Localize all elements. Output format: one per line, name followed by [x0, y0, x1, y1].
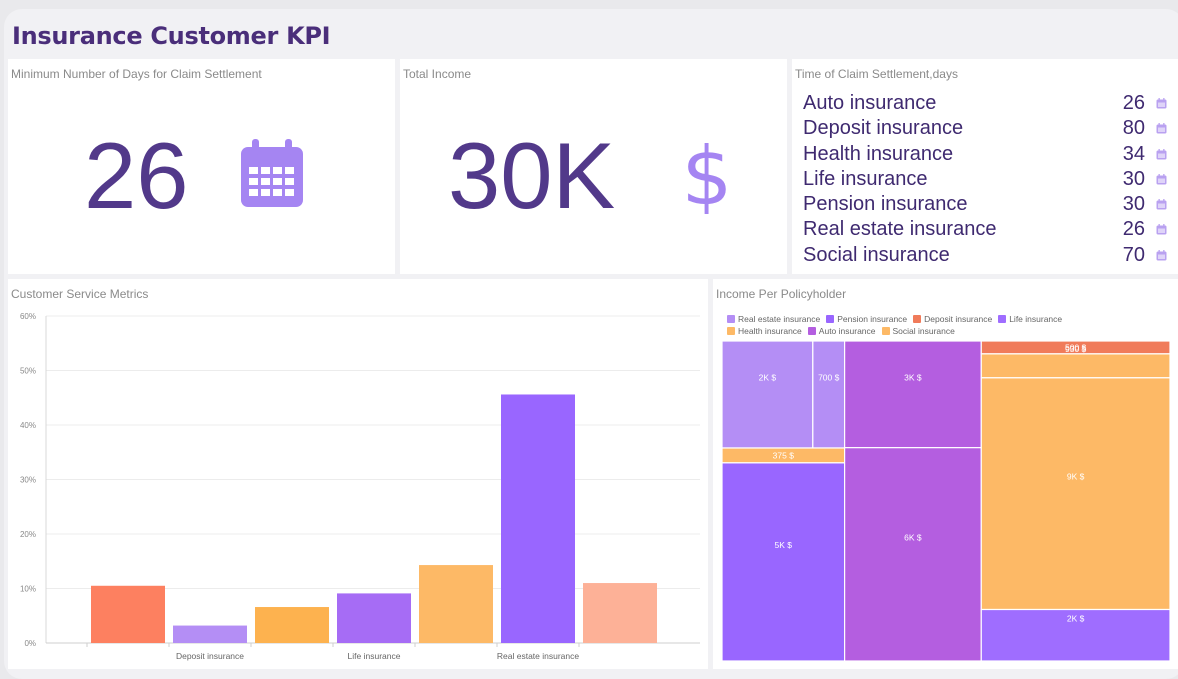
treemap-cell-label: 700 $ — [818, 372, 840, 382]
kpi-total-income-panel: Total Income 30K $ — [400, 59, 787, 274]
treemap-cell — [812, 340, 846, 449]
bar — [91, 585, 165, 643]
y-tick-label: 40% — [20, 421, 36, 430]
treemap-cell — [721, 340, 814, 449]
y-tick-label: 60% — [20, 312, 36, 321]
page-title: Insurance Customer KPI — [12, 22, 331, 50]
calendar-icon — [1156, 98, 1167, 109]
income-policyholder-panel: Income Per Policyholder Real estate insu… — [713, 279, 1178, 669]
settlement-list: Auto insurance 26 Deposit insurance 80 Healt… — [803, 92, 1169, 269]
customer-service-panel: Customer Service Metrics 0% 10% 20% 30% 40% 5… — [8, 279, 708, 669]
kpi-value: 26 — [84, 123, 189, 228]
treemap-cell-label: 375 $ — [773, 450, 795, 460]
settlement-row: Real estate insurance 26 — [803, 218, 1169, 243]
y-tick-label: 50% — [20, 367, 36, 376]
dollar-icon: $ — [682, 134, 732, 214]
bar — [583, 583, 657, 643]
settlement-value: 26 — [1122, 218, 1145, 241]
panel-title: Minimum Number of Days for Claim Settlem… — [11, 67, 262, 81]
treemap-cell-label: 5K $ — [775, 540, 793, 550]
settlement-row: Deposit insurance 80 — [803, 117, 1169, 142]
settlement-value: 34 — [1122, 142, 1145, 165]
calendar-icon — [241, 139, 303, 207]
settlement-name: Social insurance — [803, 243, 950, 266]
bar-chart: 0% 10% 20% 30% 40% 50% 60% Deposit insurance Lif… — [20, 312, 700, 661]
calendar-icon — [1156, 199, 1167, 210]
settlement-row: Auto insurance 26 — [803, 92, 1169, 117]
y-tick-label: 10% — [20, 585, 36, 594]
settlement-row: Life insurance 30 — [803, 168, 1169, 193]
settlement-value: 26 — [1122, 92, 1145, 114]
settlement-name: Auto insurance — [803, 92, 937, 114]
x-tick-label: Real estate insurance — [497, 651, 579, 661]
settlement-row: Social insurance 70 — [803, 244, 1169, 269]
x-tick-label: Deposit insurance — [176, 651, 244, 661]
settlement-name: Pension insurance — [803, 193, 968, 216]
treemap-cell-label: 2K $ — [759, 372, 777, 382]
settlement-name: Real estate insurance — [803, 218, 997, 241]
settlement-value: 70 — [1122, 243, 1145, 266]
calendar-icon — [1156, 148, 1167, 160]
svg-text:$: $ — [682, 134, 732, 214]
treemap-cell — [844, 447, 982, 662]
y-tick-label: 20% — [20, 530, 36, 539]
calendar-icon — [1156, 123, 1167, 134]
y-tick-label: 30% — [20, 476, 36, 485]
settlement-name: Deposit insurance — [803, 117, 964, 140]
calendar-icon — [1156, 173, 1167, 185]
bar — [501, 394, 575, 643]
treemap-cell — [844, 340, 982, 449]
kpi-min-days-panel: Minimum Number of Days for Claim Settlem… — [8, 59, 395, 274]
panel-title: Time of Claim Settlement,days — [795, 67, 958, 81]
treemap-cell-label: 930 $ — [1065, 344, 1087, 354]
treemap-cell-label: 3K $ — [904, 372, 922, 382]
treemap-cell-label: 6K $ — [904, 532, 922, 542]
bar — [337, 593, 411, 643]
y-tick-label: 0% — [24, 639, 36, 648]
settlement-name: Health insurance — [803, 142, 954, 165]
settlement-value: 30 — [1122, 193, 1145, 216]
calendar-icon — [1156, 224, 1167, 235]
x-tick-label: Life insurance — [348, 651, 401, 661]
kpi-value: 30K — [448, 123, 616, 228]
treemap-cell — [980, 377, 1171, 611]
settlement-value: 30 — [1122, 167, 1145, 190]
settlement-value: 80 — [1122, 117, 1145, 140]
bar — [255, 607, 329, 643]
treemap-cell-label: 9K $ — [1067, 472, 1085, 482]
settlement-row: Health insurance 34 — [803, 143, 1169, 168]
bar — [173, 625, 247, 643]
settlement-time-panel: Time of Claim Settlement,days Auto insur… — [792, 59, 1178, 274]
treemap-cell — [721, 462, 846, 662]
settlement-row: Pension insurance 30 — [803, 193, 1169, 218]
treemap-cell-label: 2K $ — [1067, 613, 1085, 623]
bar — [419, 565, 493, 643]
calendar-icon — [1156, 249, 1167, 261]
settlement-name: Life insurance — [803, 167, 928, 190]
treemap-cell — [980, 353, 1171, 379]
panel-title: Total Income — [403, 67, 472, 81]
treemap-chart: 2K $700 $375 $5K $3K $6K $500 $930 $9K $… — [721, 340, 1171, 662]
